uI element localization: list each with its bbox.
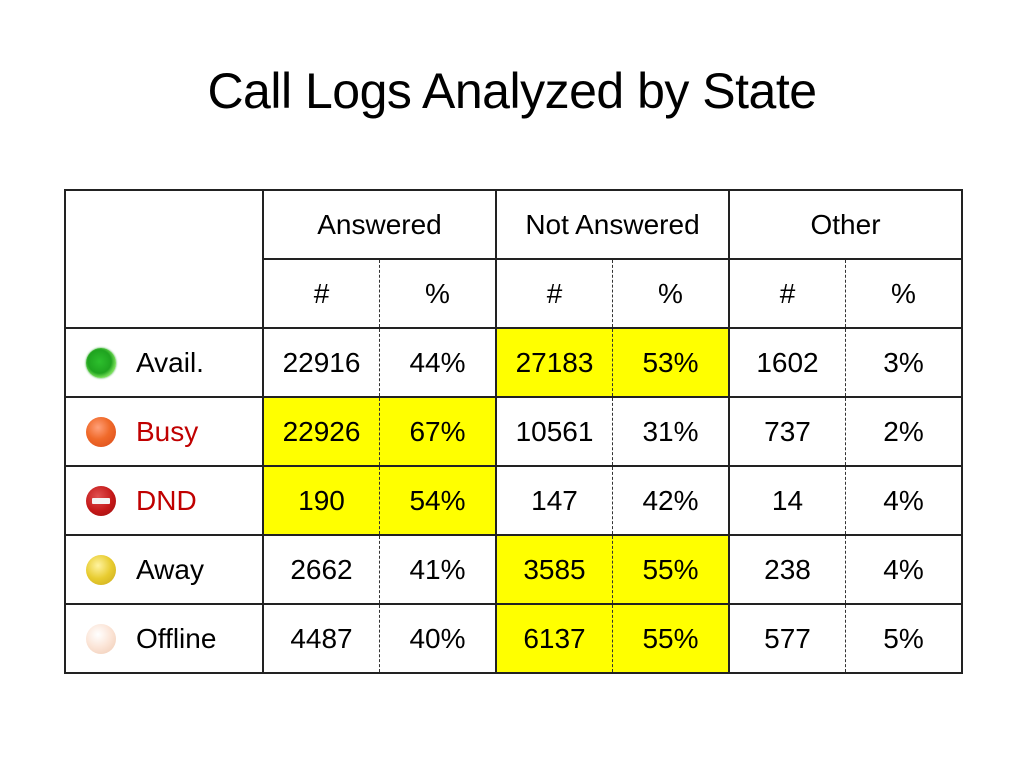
other-count: 737: [728, 396, 846, 467]
other-count: 1602: [728, 327, 846, 398]
subheader-percent: %: [379, 258, 497, 329]
other-percent: 4%: [845, 465, 963, 536]
not-answered-percent: 42%: [612, 465, 730, 536]
not-answered-percent: 55%: [612, 534, 730, 605]
offline-status-icon: [86, 623, 116, 654]
not-answered-percent: 31%: [612, 396, 730, 467]
answered-percent: 54%: [379, 465, 497, 536]
other-percent: 3%: [845, 327, 963, 398]
not-answered-count: 147: [495, 465, 613, 536]
state-cell: Avail.: [64, 327, 264, 398]
corner-cell: [64, 189, 264, 329]
state-label: Avail.: [136, 346, 204, 378]
not-answered-count: 6137: [495, 603, 613, 674]
table-row: Offline 4487 40% 6137 55% 577 5%: [64, 603, 963, 674]
header-answered: Answered: [262, 189, 497, 260]
answered-percent: 40%: [379, 603, 497, 674]
other-percent: 4%: [845, 534, 963, 605]
not-answered-percent: 53%: [612, 327, 730, 398]
other-percent: 2%: [845, 396, 963, 467]
answered-count: 190: [262, 465, 380, 536]
answered-percent: 41%: [379, 534, 497, 605]
state-cell: DND: [64, 465, 264, 536]
do-not-disturb-icon: [86, 485, 116, 516]
answered-percent: 67%: [379, 396, 497, 467]
not-answered-count: 3585: [495, 534, 613, 605]
table-row: Busy 22926 67% 10561 31% 737 2%: [64, 396, 963, 467]
header-row-groups: Answered Not Answered Other: [64, 189, 963, 329]
table-row: DND 190 54% 147 42% 14 4%: [64, 465, 963, 536]
not-answered-count: 10561: [495, 396, 613, 467]
answered-count: 2662: [262, 534, 380, 605]
yellow-status-icon: [86, 554, 116, 585]
answered-count: 22926: [262, 396, 380, 467]
answered-percent: 44%: [379, 327, 497, 398]
subheader-count: #: [728, 258, 846, 329]
subheader-count: #: [495, 258, 613, 329]
state-cell: Offline: [64, 603, 264, 674]
state-label: Away: [136, 553, 204, 585]
page-title: Call Logs Analyzed by State: [207, 63, 817, 119]
subheader-percent: %: [612, 258, 730, 329]
orange-status-icon: [86, 416, 116, 447]
header-not-answered: Not Answered: [495, 189, 730, 260]
table-row: Away 2662 41% 3585 55% 238 4%: [64, 534, 963, 605]
answered-count: 22916: [262, 327, 380, 398]
other-count: 577: [728, 603, 846, 674]
state-cell: Busy: [64, 396, 264, 467]
other-count: 14: [728, 465, 846, 536]
table-row: Avail. 22916 44% 27183 53% 1602 3%: [64, 327, 963, 398]
green-status-icon: [86, 347, 116, 378]
state-label: DND: [136, 484, 197, 516]
not-answered-count: 27183: [495, 327, 613, 398]
state-label: Offline: [136, 622, 217, 654]
other-percent: 5%: [845, 603, 963, 674]
subheader-count: #: [262, 258, 380, 329]
not-answered-percent: 55%: [612, 603, 730, 674]
header-other: Other: [728, 189, 963, 260]
state-cell: Away: [64, 534, 264, 605]
answered-count: 4487: [262, 603, 380, 674]
state-label: Busy: [136, 415, 199, 447]
other-count: 238: [728, 534, 846, 605]
call-logs-table: Answered Not Answered Other # % # % # % …: [64, 189, 963, 674]
subheader-percent: %: [845, 258, 963, 329]
